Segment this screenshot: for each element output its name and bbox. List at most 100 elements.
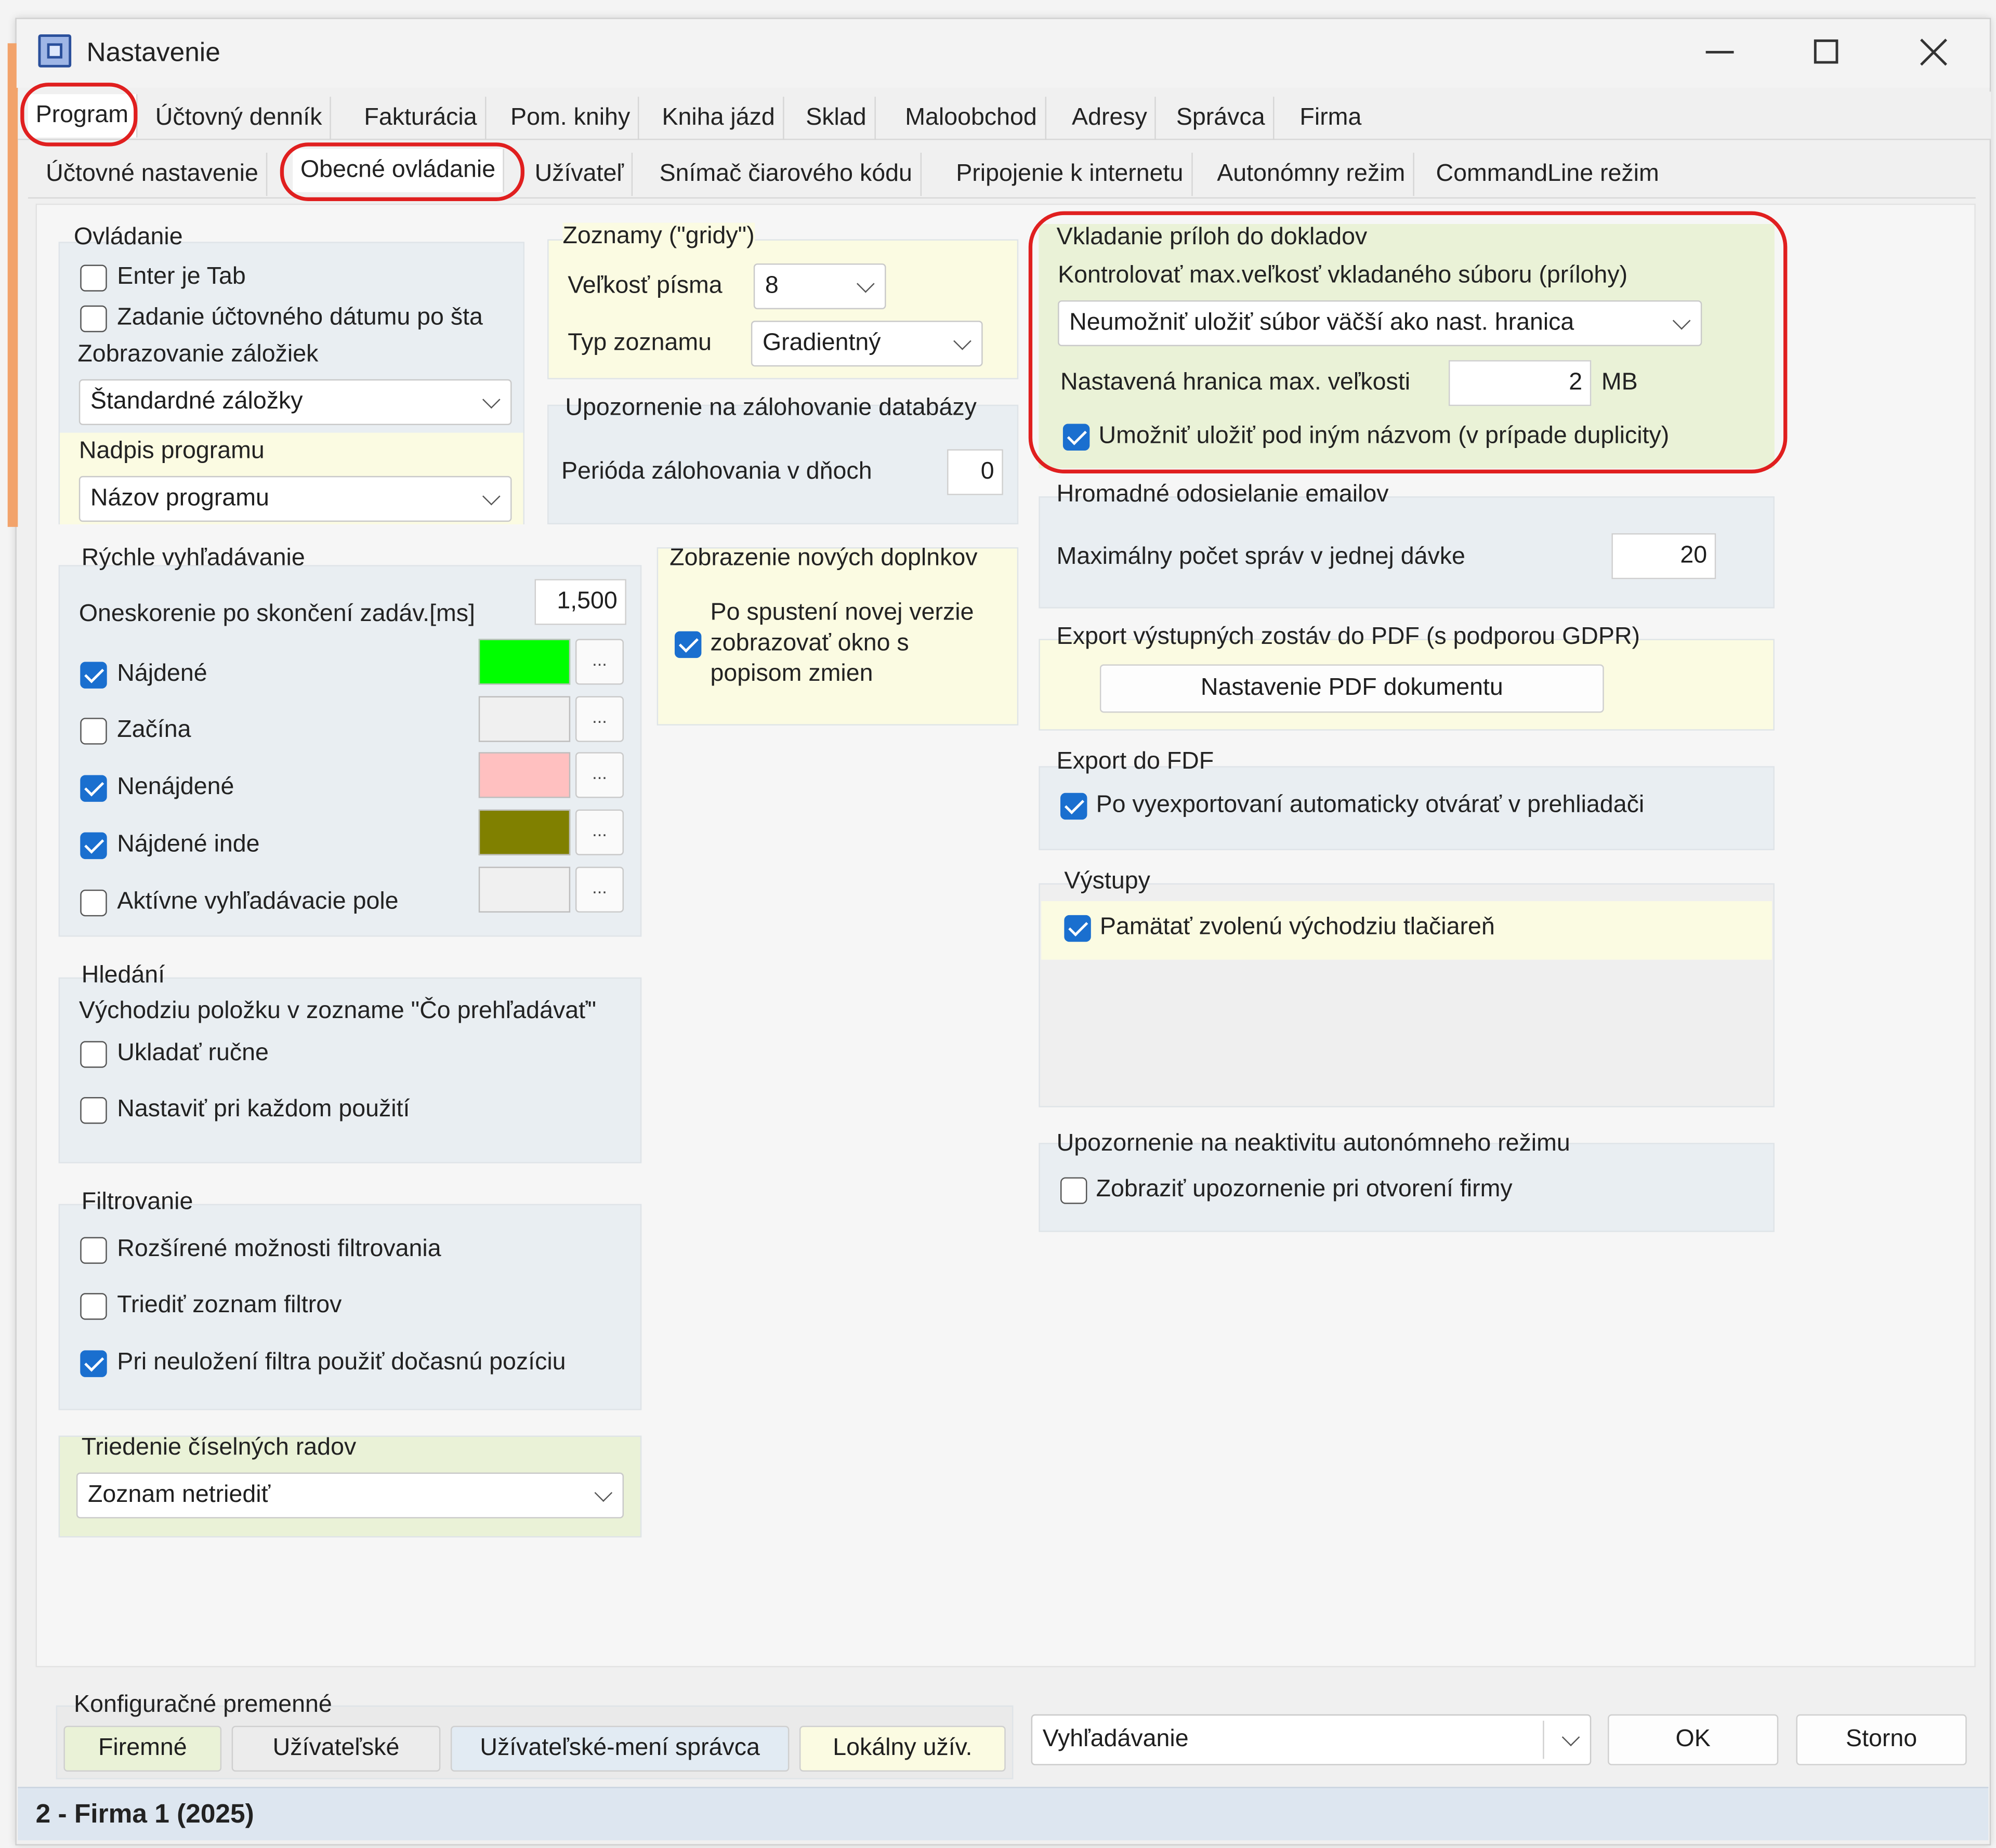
tab-uzivatel[interactable]: Užívateľ bbox=[527, 152, 633, 196]
nadpis-label: Nadpis programu bbox=[78, 438, 265, 465]
ukladat-label: Ukladať ručne bbox=[117, 1039, 269, 1067]
nenajdene-color-button[interactable]: ... bbox=[575, 752, 624, 798]
doplnky-line1: Po spustení novej verzie bbox=[710, 599, 974, 626]
group-ovladanie-title: Ovládanie bbox=[74, 224, 183, 251]
najdene-inde-checkbox[interactable] bbox=[80, 832, 107, 860]
nastavit-checkbox[interactable] bbox=[80, 1097, 107, 1124]
tab-kniha-jazd[interactable]: Kniha jázd bbox=[654, 97, 784, 140]
docasna-checkbox[interactable] bbox=[80, 1350, 107, 1377]
pdf-settings-button[interactable]: Nastavenie PDF dokumentu bbox=[1099, 664, 1604, 713]
tab-pom-knihy[interactable]: Pom. knihy bbox=[503, 97, 639, 140]
group-neaktivita-title: Upozornenie na neaktivitu autonómneho re… bbox=[1056, 1130, 1570, 1157]
najdene-color-swatch[interactable] bbox=[478, 639, 571, 685]
tab-snimac[interactable]: Snímač čiarového kódu bbox=[652, 152, 922, 196]
list-type-value: Gradientný bbox=[762, 329, 881, 357]
nadpis-select-value: Názov programu bbox=[90, 485, 269, 512]
zalozky-select[interactable]: Štandardné záložky bbox=[78, 379, 512, 425]
background-app-strip bbox=[7, 43, 18, 527]
zacina-color-swatch[interactable] bbox=[478, 696, 571, 742]
highlight-ring-obecne bbox=[280, 142, 524, 201]
tab-uctovny-dennik[interactable]: Účtovný denník bbox=[148, 97, 331, 140]
tab-fakturacia[interactable]: Fakturácia bbox=[357, 97, 486, 140]
uzivatelske-button[interactable]: Užívateľské bbox=[231, 1725, 441, 1772]
najdene-inde-color-button[interactable]: ... bbox=[575, 809, 624, 855]
rozsirene-checkbox[interactable] bbox=[80, 1237, 107, 1264]
tab-sklad[interactable]: Sklad bbox=[798, 97, 875, 140]
font-size-select[interactable]: 8 bbox=[753, 263, 886, 310]
najdene-inde-color-swatch[interactable] bbox=[478, 809, 571, 855]
tab-adresy[interactable]: Adresy bbox=[1064, 97, 1157, 140]
otvarat-checkbox[interactable] bbox=[1060, 793, 1087, 820]
najdene-checkbox[interactable] bbox=[80, 662, 107, 689]
ok-button[interactable]: OK bbox=[1608, 1714, 1779, 1765]
doplnky-checkbox[interactable] bbox=[674, 631, 702, 658]
nenajdene-checkbox[interactable] bbox=[80, 775, 107, 802]
tab-uctovne-nastavenie[interactable]: Účtovné nastavenie bbox=[38, 152, 268, 196]
zadanie-label: Zadanie účtovného dátumu po šta bbox=[117, 304, 483, 331]
triedenie-select-value: Zoznam netriediť bbox=[87, 1481, 271, 1509]
aktivne-color-button[interactable]: ... bbox=[575, 866, 624, 913]
najdene-color-button[interactable]: ... bbox=[575, 639, 624, 685]
zacina-checkbox[interactable] bbox=[80, 718, 107, 745]
settings-window: Nastavenie Program Účtovný denník Faktur… bbox=[0, 0, 1996, 1848]
tab-pripojenie[interactable]: Pripojenie k internetu bbox=[949, 152, 1192, 196]
enter-tab-checkbox[interactable] bbox=[80, 265, 107, 292]
lokalny-button[interactable]: Lokálny užív. bbox=[799, 1725, 1006, 1772]
nastavit-label: Nastaviť pri každom použití bbox=[117, 1095, 410, 1123]
najdene-inde-label: Nájdené inde bbox=[117, 831, 260, 858]
nenajdene-label: Nenájdené bbox=[117, 773, 234, 801]
perioda-label: Perióda zálohovania v dňoch bbox=[561, 458, 872, 485]
zadanie-checkbox[interactable] bbox=[80, 305, 107, 333]
oneskorenie-label: Oneskorenie po skončení zadáv.[ms] bbox=[78, 600, 475, 628]
aktivne-color-swatch[interactable] bbox=[478, 866, 571, 913]
status-text: 2 - Firma 1 (2025) bbox=[35, 1799, 254, 1829]
group-vystupy-title: Výstupy bbox=[1064, 868, 1150, 895]
aktivne-label: Aktívne vyhľadávacie pole bbox=[117, 888, 399, 915]
aktivne-checkbox[interactable] bbox=[80, 889, 107, 917]
max-emails-input[interactable]: 20 bbox=[1611, 533, 1716, 579]
group-hladanie-title: Hledání bbox=[81, 962, 165, 989]
tab-firma[interactable]: Firma bbox=[1292, 97, 1369, 140]
maximize-icon[interactable] bbox=[1814, 39, 1839, 64]
group-vyhladavanie-title: Rýchle vyhľadávanie bbox=[81, 545, 305, 572]
close-icon[interactable] bbox=[1917, 36, 1950, 69]
font-size-label: Veľkosť písma bbox=[568, 272, 723, 299]
zobrazit-checkbox[interactable] bbox=[1060, 1177, 1087, 1204]
tab-autonomny[interactable]: Autonómny režim bbox=[1210, 152, 1414, 196]
zobrazit-label: Zobraziť upozornenie pri otvorení firmy bbox=[1096, 1176, 1513, 1203]
zacina-color-button[interactable]: ... bbox=[575, 696, 624, 742]
zalozky-select-value: Štandardné záložky bbox=[90, 388, 303, 415]
list-type-label: Typ zoznamu bbox=[568, 329, 712, 357]
hladanie-desc: Východziu položku v zozname "Čo prehľadá… bbox=[78, 998, 597, 1025]
rozsirene-label: Rozšírené možnosti filtrovania bbox=[117, 1235, 441, 1263]
ukladat-checkbox[interactable] bbox=[80, 1041, 107, 1068]
pamatat-checkbox[interactable] bbox=[1064, 915, 1091, 942]
uzivatelske-spravca-button[interactable]: Užívateľské-mení správca bbox=[450, 1725, 790, 1772]
oneskorenie-input[interactable]: 1,500 bbox=[534, 579, 626, 625]
triedit-label: Triediť zoznam filtrov bbox=[117, 1291, 342, 1319]
zalozky-label: Zobrazovanie záložiek bbox=[77, 341, 319, 368]
triedenie-select[interactable]: Zoznam netriediť bbox=[76, 1472, 624, 1519]
nenajdene-color-swatch[interactable] bbox=[478, 752, 571, 798]
tab-maloobchod[interactable]: Maloobchod bbox=[898, 97, 1046, 140]
najdene-label: Nájdené bbox=[117, 661, 207, 688]
chevron-down-icon bbox=[1561, 1728, 1580, 1747]
list-type-select[interactable]: Gradientný bbox=[751, 321, 983, 367]
perioda-input[interactable]: 0 bbox=[947, 449, 1003, 495]
nadpis-select[interactable]: Názov programu bbox=[78, 476, 512, 522]
group-doplnky-title: Zobrazenie nových doplnkov bbox=[669, 545, 978, 572]
window-title: Nastavenie bbox=[86, 38, 220, 68]
firemne-button[interactable]: Firemné bbox=[63, 1725, 222, 1772]
docasna-label: Pri neuložení filtra použiť dočasnú pozí… bbox=[117, 1349, 566, 1376]
search-select[interactable]: Vyhľadávanie bbox=[1031, 1714, 1592, 1765]
tab-spravca[interactable]: Správca bbox=[1168, 97, 1274, 140]
storno-button[interactable]: Storno bbox=[1796, 1714, 1967, 1765]
tab-commandline[interactable]: CommandLine režim bbox=[1428, 153, 1667, 196]
doplnky-line3: popisom zmien bbox=[710, 661, 873, 688]
title-bar bbox=[16, 19, 1990, 88]
app-icon bbox=[38, 34, 72, 68]
enter-tab-label: Enter je Tab bbox=[117, 263, 246, 291]
pamatat-label: Pamätať zvolenú východziu tlačiareň bbox=[1099, 914, 1495, 941]
triedit-checkbox[interactable] bbox=[80, 1293, 107, 1320]
minimize-icon[interactable] bbox=[1705, 50, 1734, 54]
